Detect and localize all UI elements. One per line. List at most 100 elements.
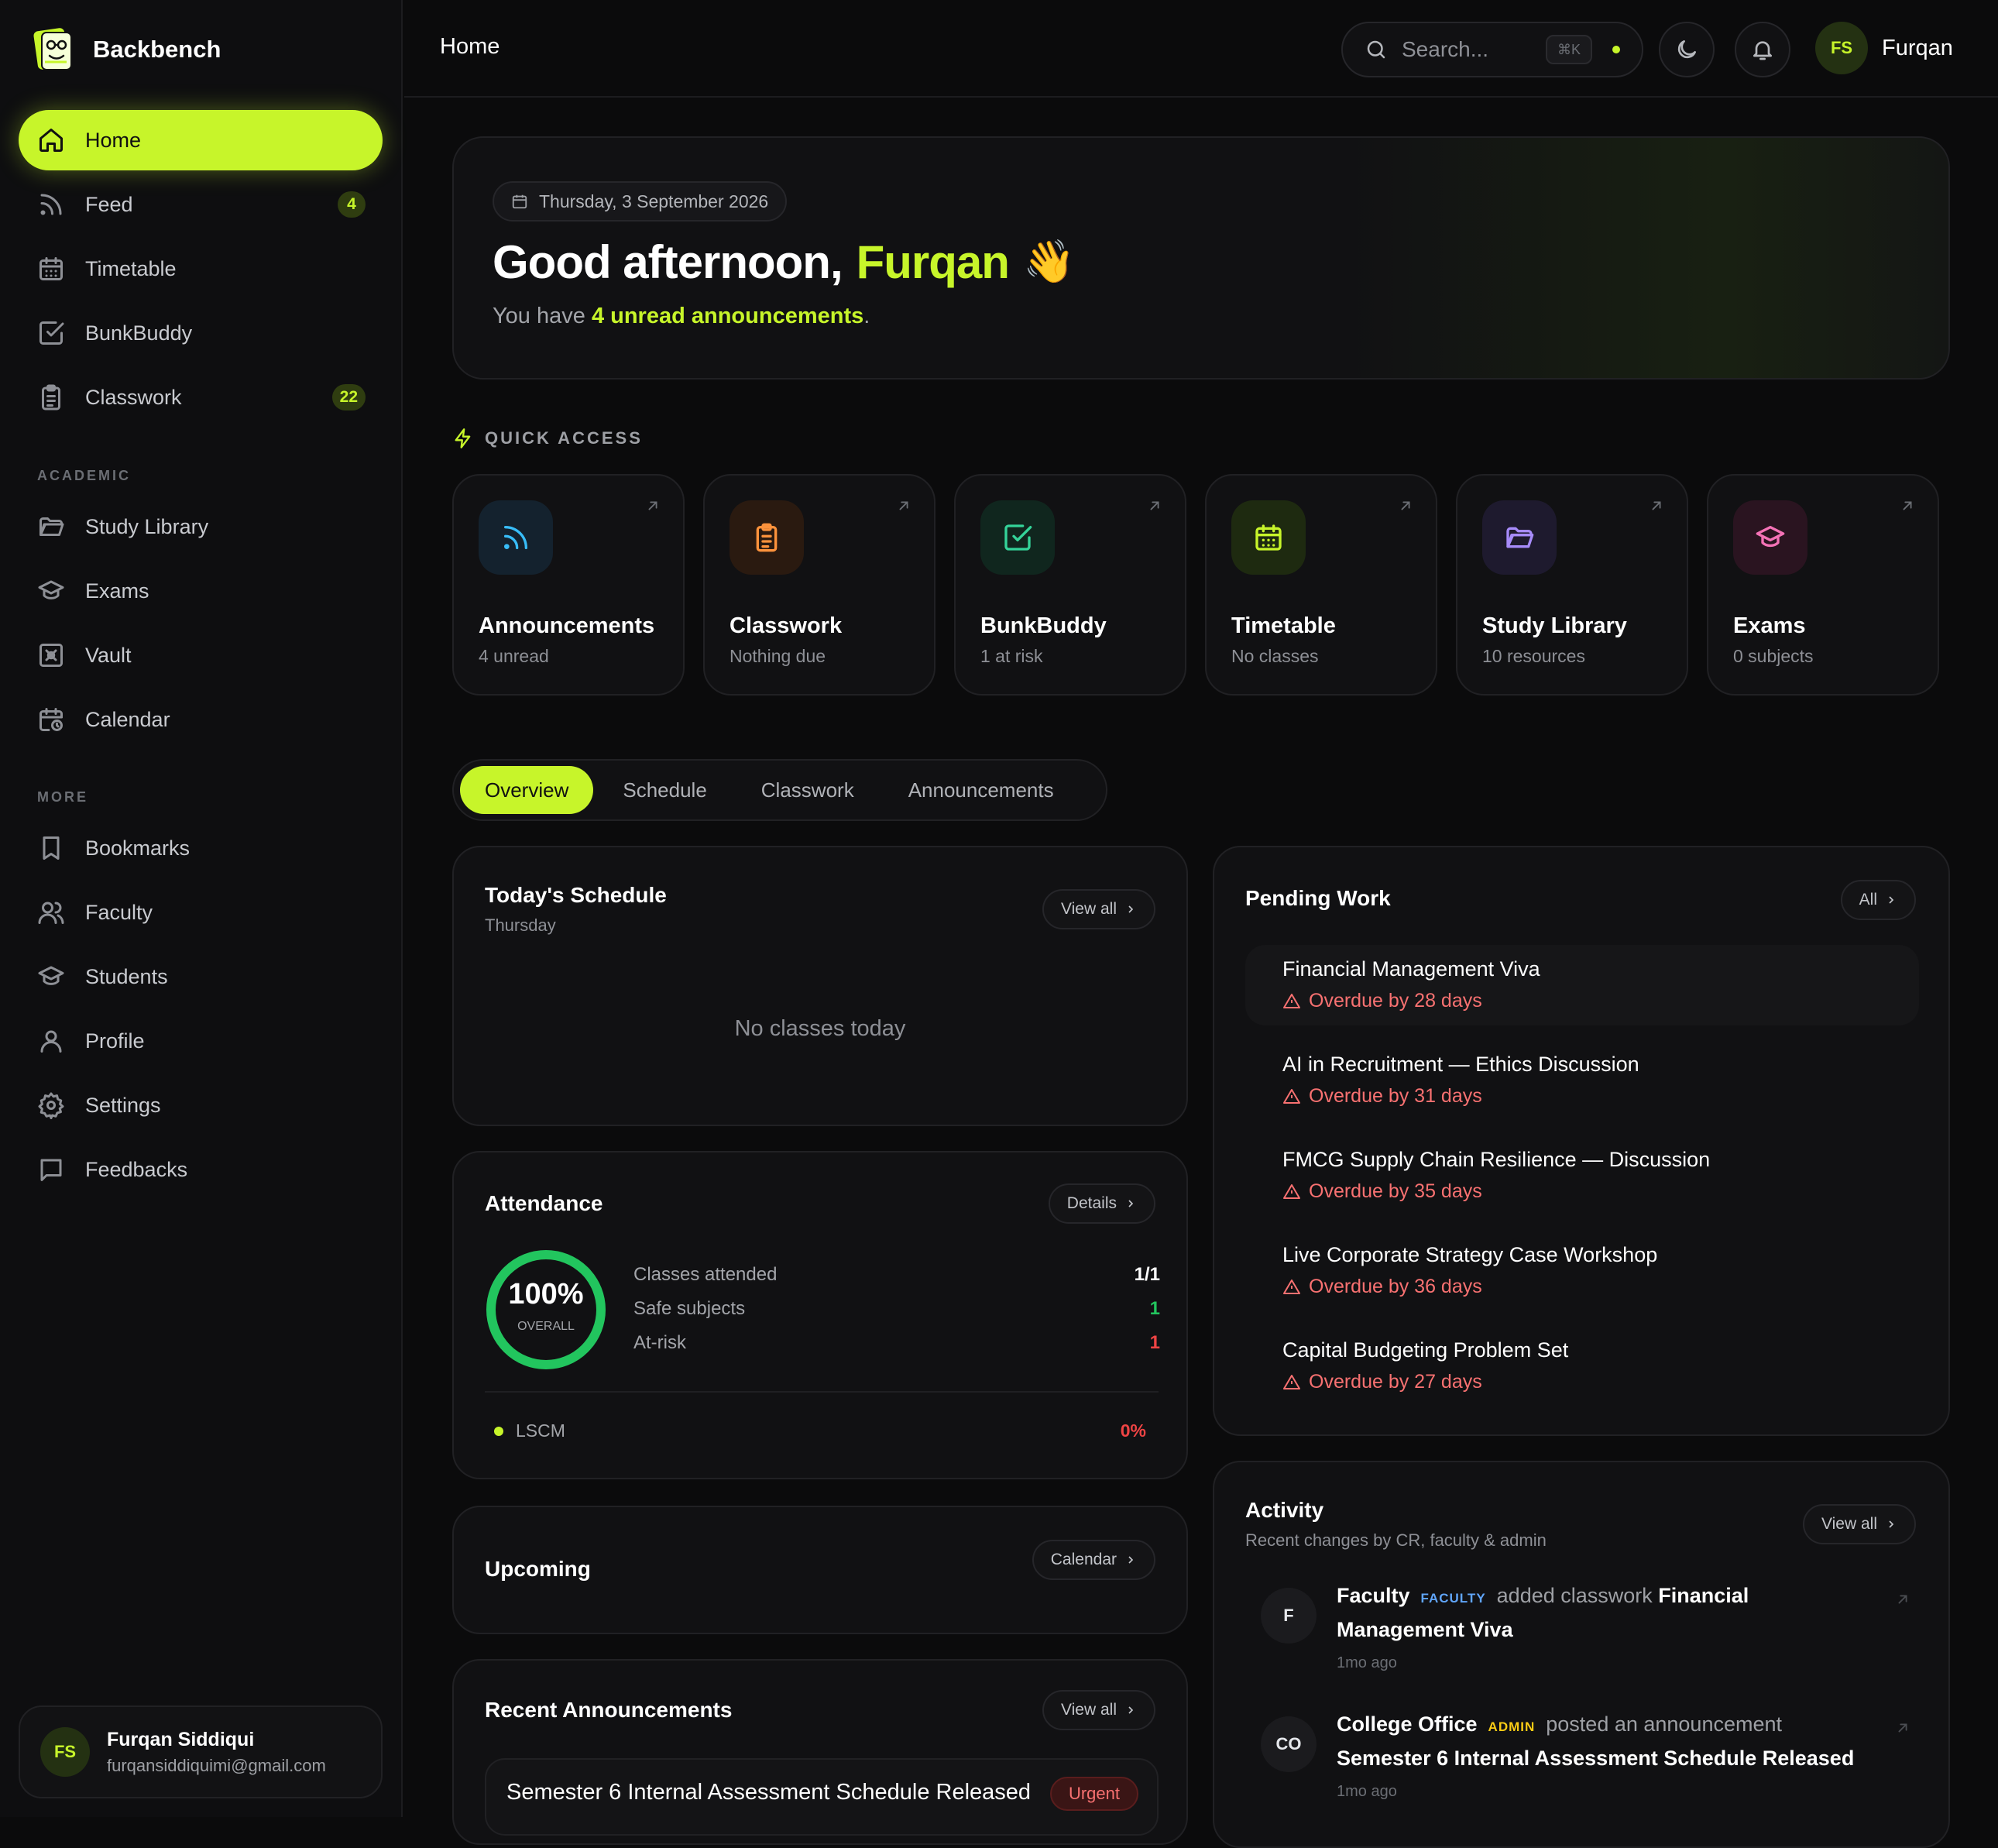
warning-triangle-icon [1283,1374,1300,1389]
warning-triangle-icon [1283,1088,1300,1104]
pending-work-panel: Pending Work All Financial Management Vi… [1213,846,1950,1436]
status-dot [1612,46,1620,53]
arrow-up-right-icon [1401,501,1410,510]
brand[interactable]: Backbench [31,25,221,74]
panel-subtitle: Recent changes by CR, faculty & admin [1245,1530,1547,1550]
theme-toggle-button[interactable] [1659,22,1715,77]
arrow-up-right-icon [1652,501,1661,510]
quick-access-card-bunkbuddy[interactable]: BunkBuddy 1 at risk [954,474,1186,696]
subtitle-text: . [863,304,870,328]
section-label-academic: ACADEMIC [37,468,131,483]
quick-access-card-timetable[interactable]: Timetable No classes [1205,474,1437,696]
attendance-percent: 100% [508,1278,584,1310]
quick-access-card-announcements[interactable]: Announcements 4 unread [452,474,685,696]
attendance-overall-label: OVERALL [517,1320,575,1333]
pending-work-title: AI in Recruitment — Ethics Discussion [1282,1053,1639,1076]
view-all-activity-button[interactable]: View all [1803,1504,1916,1544]
overdue-status: Overdue by 27 days [1282,1371,1482,1393]
pending-work-title: Live Corporate Strategy Case Workshop [1282,1243,1658,1266]
users-icon [38,902,64,924]
sidebar-item-classwork[interactable]: Classwork 22 [19,367,383,428]
pending-work-title: Financial Management Viva [1282,957,1540,981]
sidebar-item-feedbacks[interactable]: Feedbacks [19,1139,383,1200]
user-icon [40,1030,62,1053]
sidebar-item-label: Settings [85,1093,161,1117]
pending-work-item[interactable]: Capital Budgeting Problem Set Overdue by … [1245,1326,1919,1407]
attendance-row: Safe subjects 1 [633,1298,1160,1320]
check-square-icon [1004,524,1032,551]
pending-work-item[interactable]: AI in Recruitment — Ethics Discussion Ove… [1245,1040,1919,1121]
current-date: Thursday, 3 September 2026 [539,191,769,211]
sidebar-item-timetable[interactable]: Timetable [19,239,383,299]
sidebar-item-students[interactable]: Students [19,946,383,1007]
empty-state: No classes today [734,1016,906,1041]
sidebar-item-bookmarks[interactable]: Bookmarks [19,818,383,878]
attendance-row: At-risk 1 [633,1332,1160,1354]
todays-schedule-panel: Today's Schedule Thursday View all No cl… [452,846,1188,1126]
sidebar-item-label: Students [85,964,168,988]
chevron-right-icon [1128,1706,1134,1714]
pending-work-item[interactable]: Live Corporate Strategy Case Workshop Ove… [1245,1231,1919,1311]
tab-schedule[interactable]: Schedule [598,766,731,814]
quick-access-card-study-library[interactable]: Study Library 10 resources [1456,474,1688,696]
search-input[interactable]: Search... [1402,37,1532,62]
unread-announcements-link[interactable]: 4 unread announcements [592,304,863,328]
search-box[interactable]: Search... ⌘K [1341,22,1643,77]
sidebar-item-home[interactable]: Home [19,110,383,170]
quick-access-heading: QUICK ACCESS [452,428,643,449]
sidebar-item-calendar[interactable]: Calendar [19,689,383,750]
overdue-status: Overdue by 31 days [1282,1085,1482,1108]
sidebar-item-label: Vault [85,643,132,667]
view-all-announcements-button[interactable]: View all [1042,1690,1155,1730]
tab-classwork[interactable]: Classwork [736,766,879,814]
activity-item[interactable]: CO College Office ADMIN posted an announcem… [1261,1709,1911,1817]
subject-attendance-row[interactable]: LSCM [494,1420,565,1441]
tab-announcements[interactable]: Announcements [884,766,1079,814]
all-pending-button[interactable]: All [1840,880,1916,920]
lightning-icon [455,428,471,448]
sidebar-item-exams[interactable]: Exams [19,561,383,621]
moon-icon [1677,40,1696,59]
sidebar-item-profile[interactable]: Profile [19,1011,383,1071]
attendance-details-button[interactable]: Details [1048,1183,1155,1224]
sidebar-item-bunkbuddy[interactable]: BunkBuddy [19,303,383,363]
topbar-user-menu[interactable]: FS Furqan [1815,22,1953,74]
attendance-ring: 100% OVERALL [485,1249,607,1371]
overdue-text: Overdue by 31 days [1309,1085,1482,1107]
activity-item[interactable]: F Faculty FACULTY added classwork Financial… [1261,1580,1911,1688]
activity-actor: Faculty [1337,1584,1410,1607]
view-all-schedule-button[interactable]: View all [1042,889,1155,929]
pending-work-item[interactable]: FMCG Supply Chain Resilience — Discussio… [1245,1135,1919,1216]
quick-access-card-classwork[interactable]: Classwork Nothing due [703,474,935,696]
calendar-clock-icon [39,708,63,731]
sidebar-user-card[interactable]: FS Furqan Siddiqui furqansiddiquimi@gmai… [19,1705,383,1798]
chevron-right-icon [1889,896,1894,904]
section-label-more: MORE [37,789,88,805]
quick-access-card-exams[interactable]: Exams 0 subjects [1707,474,1939,696]
activity-panel: Activity Recent changes by CR, faculty &… [1213,1461,1950,1848]
sidebar-item-study-library[interactable]: Study Library [19,496,383,557]
subject-name: LSCM [516,1420,565,1441]
sidebar-item-feed[interactable]: Feed 4 [19,174,383,235]
card-title: Exams [1733,613,1806,638]
rss-icon [40,194,62,215]
sidebar-item-faculty[interactable]: Faculty [19,882,383,943]
button-label: Calendar [1050,1551,1117,1568]
sidebar-item-settings[interactable]: Settings [19,1075,383,1135]
tab-overview[interactable]: Overview [460,766,594,814]
panel-subtitle: Thursday [485,915,556,935]
button-label: View all [1061,1701,1117,1719]
row-label: Classes attended [633,1264,778,1285]
card-icon-tile [1482,500,1557,575]
announcement-item[interactable]: Semester 6 Internal Assessment Schedule … [485,1758,1159,1836]
card-subtitle: No classes [1231,646,1319,666]
card-icon-tile [1733,500,1807,575]
calendar-button[interactable]: Calendar [1032,1540,1155,1580]
pending-work-item[interactable]: Financial Management Viva Overdue by 28 d… [1245,945,1919,1025]
overdue-status: Overdue by 35 days [1282,1180,1482,1203]
sidebar-item-vault[interactable]: Vault [19,625,383,685]
button-label: View all [1061,900,1117,918]
notifications-button[interactable] [1735,22,1790,77]
clipboard-icon [42,384,60,410]
sidebar-item-label: Home [85,128,142,152]
